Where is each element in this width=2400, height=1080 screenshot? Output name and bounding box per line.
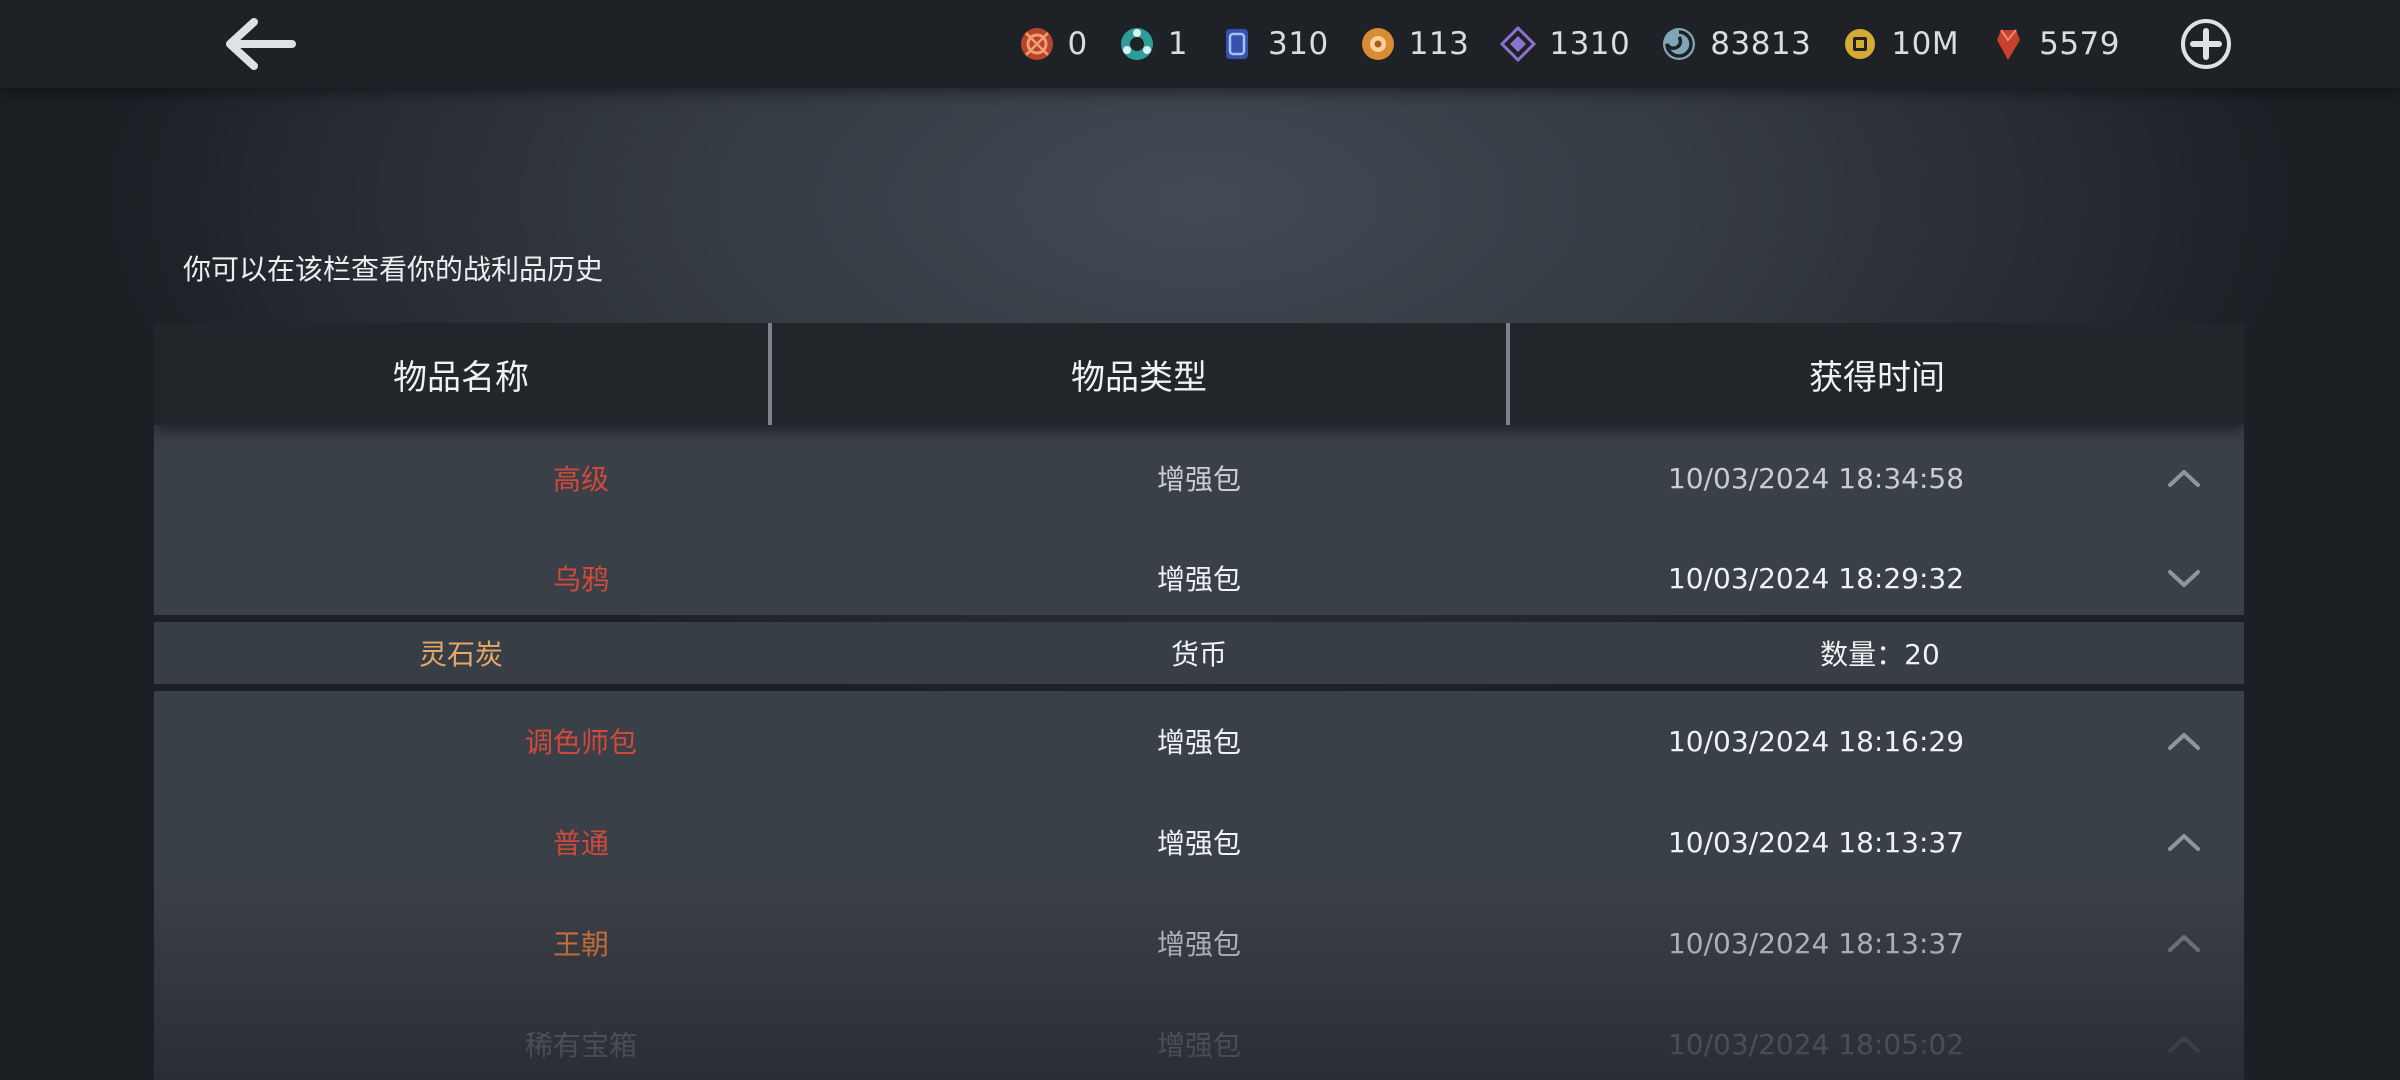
currency-value: 10M <box>1891 26 1960 62</box>
expand-button[interactable] <box>2154 528 2214 628</box>
chevron-up-icon <box>2168 834 2200 851</box>
currency-value: 310 <box>1268 26 1329 62</box>
currency-value: 1 <box>1167 26 1189 62</box>
silver-swirl-icon <box>1660 25 1698 63</box>
add-currency-button[interactable] <box>2180 18 2232 70</box>
top-bar: 0 1 310 113 1310 83813 10M 5579 <box>0 0 2400 88</box>
table-row[interactable]: 王朝 增强包 10/03/2024 18:13:37 <box>154 893 2244 993</box>
table-row[interactable]: 乌鸦 增强包 10/03/2024 18:29:32 <box>154 528 2244 628</box>
obtained-time: 10/03/2024 18:05:02 <box>1667 1027 1965 1061</box>
table-header: 物品名称 物品类型 获得时间 <box>154 323 2244 425</box>
column-header-item-name: 物品名称 <box>154 323 772 425</box>
item-type: 增强包 <box>1156 563 1242 596</box>
currency-purple-diamond[interactable]: 1310 <box>1499 25 1630 63</box>
red-crest-token-icon <box>1018 25 1056 63</box>
detail-item-name: 灵石炭 <box>418 638 504 671</box>
item-type: 增强包 <box>1156 928 1242 961</box>
chevron-up-icon <box>2168 1036 2200 1053</box>
page-subtitle: 你可以在该栏查看你的战利品历史 <box>183 253 604 286</box>
table-row[interactable]: 普通 增强包 10/03/2024 18:13:37 <box>154 792 2244 892</box>
table-row[interactable]: 高级 增强包 10/03/2024 18:34:58 <box>154 428 2244 528</box>
collapse-button[interactable] <box>2154 994 2214 1080</box>
obtained-time: 10/03/2024 18:13:37 <box>1667 926 1965 960</box>
currency-silver-swirl[interactable]: 83813 <box>1660 25 1811 63</box>
collapse-button[interactable] <box>2154 893 2214 993</box>
collapse-button[interactable] <box>2154 792 2214 892</box>
column-header-obtained-time: 获得时间 <box>1809 357 1945 398</box>
chevron-up-icon <box>2168 935 2200 952</box>
collapse-button[interactable] <box>2154 428 2214 528</box>
teal-wheel-token-icon <box>1118 25 1156 63</box>
obtained-time: 10/03/2024 18:34:58 <box>1667 461 1965 495</box>
currency-teal-wheel[interactable]: 1 <box>1118 25 1188 63</box>
chevron-up-icon <box>2168 470 2200 487</box>
currency-blue-card[interactable]: 310 <box>1218 25 1329 63</box>
currency-red-gem[interactable]: 5579 <box>1989 25 2120 63</box>
back-button[interactable] <box>222 14 298 74</box>
currency-orange-medallion[interactable]: 113 <box>1359 25 1470 63</box>
item-name: 调色师包 <box>524 726 638 759</box>
currency-value: 1310 <box>1549 26 1631 62</box>
chevron-up-icon <box>2168 733 2200 750</box>
column-header-item-type: 物品类型 <box>772 323 1510 425</box>
item-name: 高级 <box>552 463 610 496</box>
currency-gold-coin[interactable]: 10M <box>1841 25 1959 63</box>
item-name: 稀有宝箱 <box>524 1029 638 1062</box>
plus-circle-icon <box>2181 19 2231 69</box>
gold-coin-icon <box>1841 25 1879 63</box>
item-type: 增强包 <box>1156 463 1242 496</box>
item-name: 乌鸦 <box>552 563 610 596</box>
collapse-button[interactable] <box>2154 691 2214 791</box>
obtained-time: 10/03/2024 18:13:37 <box>1667 825 1965 859</box>
detail-item-type: 货币 <box>1170 638 1228 671</box>
currency-value: 83813 <box>1710 26 1812 62</box>
detail-quantity: 数量：20 <box>1820 638 1940 671</box>
currency-value: 5579 <box>2039 26 2120 62</box>
table-row[interactable]: 调色师包 增强包 10/03/2024 18:16:29 <box>154 691 2244 791</box>
red-gem-icon <box>1989 25 2027 63</box>
table-row[interactable]: 稀有宝箱 增强包 10/03/2024 18:05:02 <box>154 994 2244 1080</box>
obtained-time: 10/03/2024 18:16:29 <box>1667 724 1965 758</box>
blue-card-icon <box>1218 25 1256 63</box>
item-name: 王朝 <box>552 928 610 961</box>
obtained-time: 10/03/2024 18:29:32 <box>1667 561 1965 595</box>
item-name: 普通 <box>552 827 610 860</box>
orange-medallion-icon <box>1359 25 1397 63</box>
item-type: 增强包 <box>1156 726 1242 759</box>
currency-value: 113 <box>1408 26 1470 62</box>
item-type: 增强包 <box>1156 827 1242 860</box>
currency-bar: 0 1 310 113 1310 83813 10M 5579 <box>1018 0 2120 88</box>
item-type: 增强包 <box>1156 1029 1242 1062</box>
currency-red-crest[interactable]: 0 <box>1018 25 1088 63</box>
currency-value: 0 <box>1067 26 1088 62</box>
loot-history-table: 物品名称 物品类型 获得时间 高级 增强包 10/03/2024 18:34:5… <box>154 323 2244 1080</box>
chevron-down-icon <box>2168 570 2200 587</box>
expanded-detail-row: 灵石炭 货币 数量：20 <box>154 622 2244 684</box>
arrow-left-icon <box>226 18 296 70</box>
purple-diamond-icon <box>1499 25 1537 63</box>
